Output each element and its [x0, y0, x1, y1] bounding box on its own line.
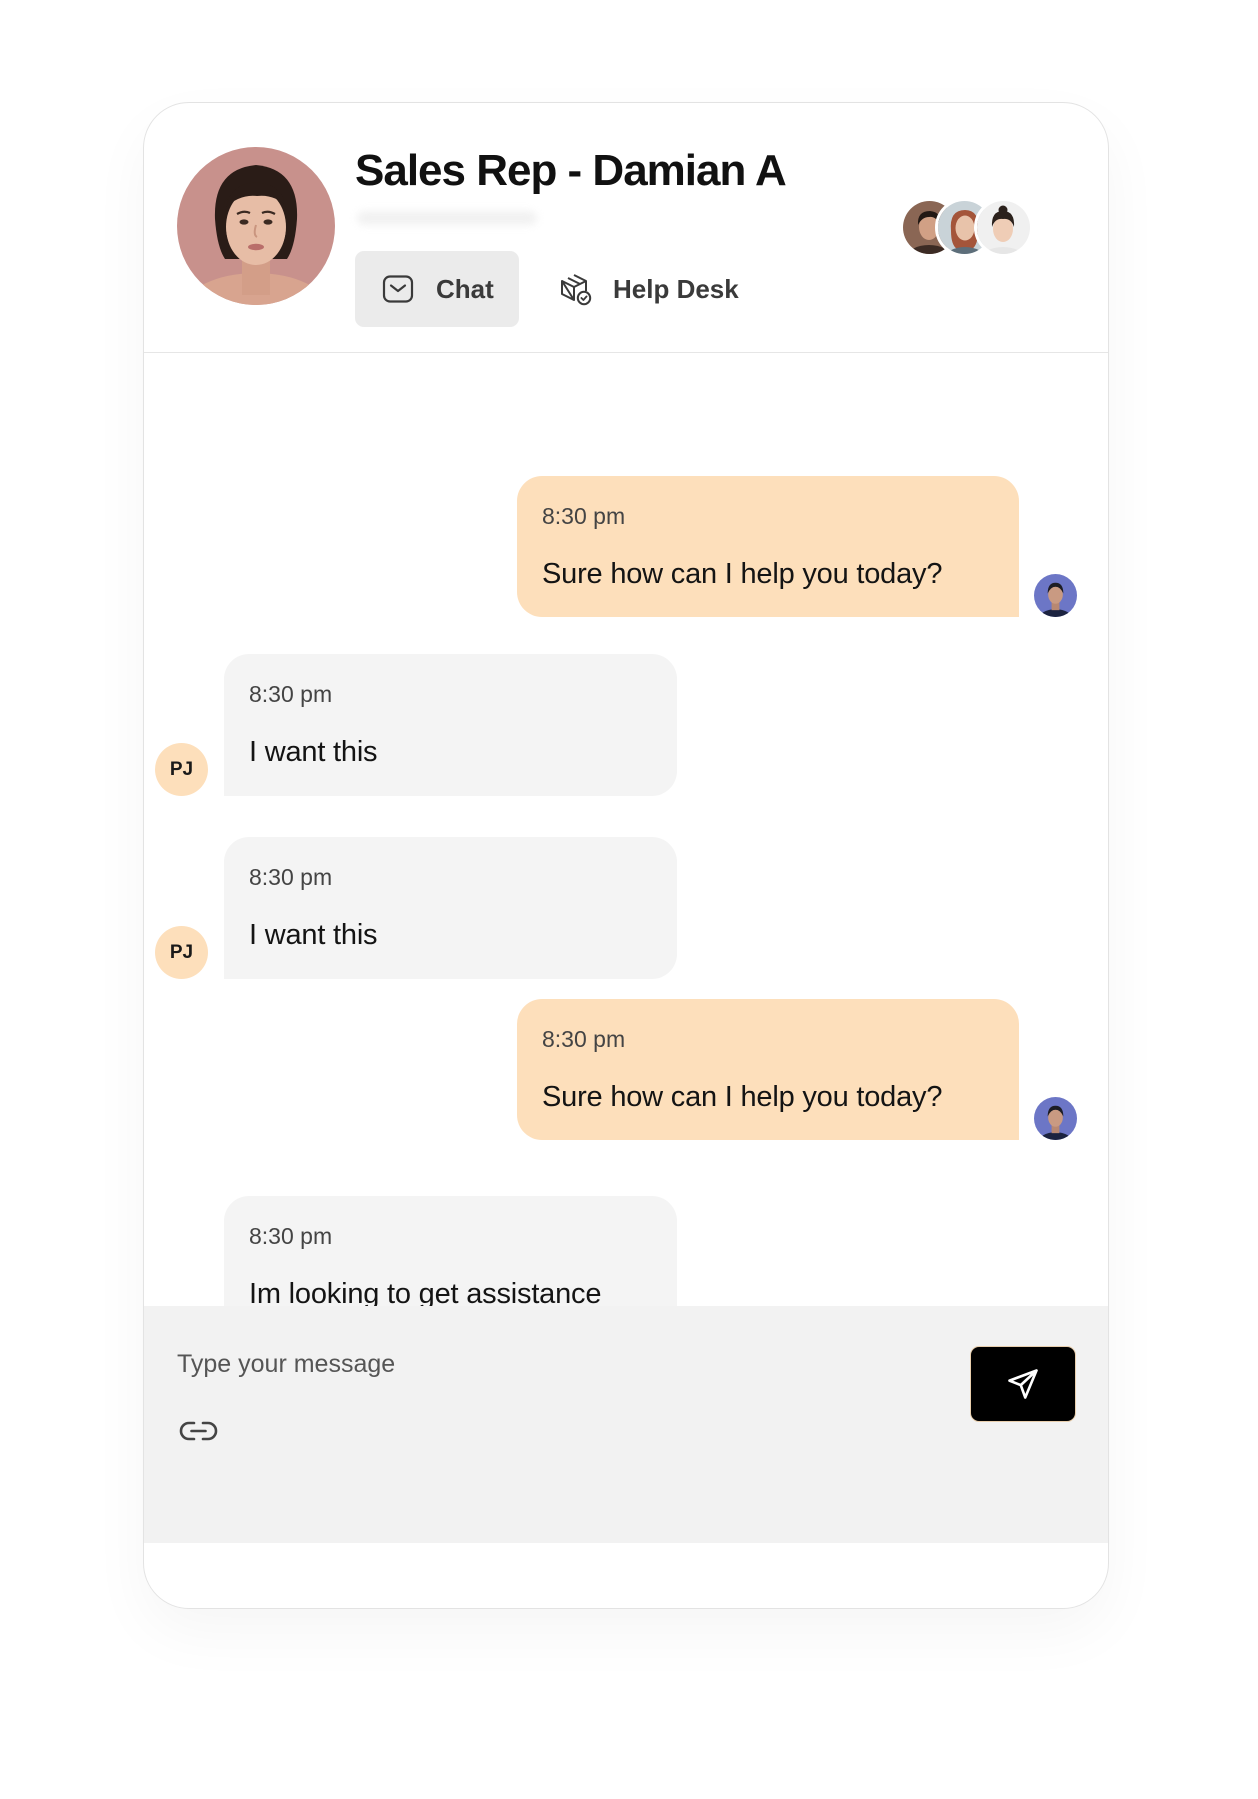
link-icon[interactable]: [178, 1419, 219, 1443]
tab-chat-label: Chat: [436, 273, 494, 304]
message-list[interactable]: 8:30 pm Sure how can I help you today? 8…: [144, 353, 1108, 1306]
message-time: 8:30 pm: [249, 864, 333, 890]
message-text: I want this: [249, 736, 378, 768]
tab-help-desk[interactable]: Help Desk: [534, 251, 764, 327]
agent-message-avatar: [1034, 1097, 1077, 1140]
message-bubble-incoming: 8:30 pm Im looking to get assistance: [224, 1196, 677, 1306]
package-check-icon: [558, 272, 592, 306]
message-input[interactable]: [175, 1346, 899, 1382]
message-time: 8:30 pm: [249, 681, 333, 707]
message-time: 8:30 pm: [249, 1223, 333, 1249]
chat-card: Sales Rep - Damian A Chat Help Desk 8:30…: [143, 102, 1109, 1609]
customer-avatar: PJ: [155, 926, 208, 979]
send-icon: [1008, 1369, 1038, 1399]
message-bubble-incoming: 8:30 pm I want this: [224, 654, 677, 796]
participant-avatar: [974, 198, 1033, 257]
agent-avatar: [177, 147, 335, 305]
message-composer: [144, 1306, 1108, 1543]
message-text: Sure how can I help you today?: [542, 558, 943, 590]
message-bubble-incoming: 8:30 pm I want this: [224, 837, 677, 979]
message-time: 8:30 pm: [542, 503, 626, 529]
mail-icon: [382, 273, 414, 305]
tab-help-desk-label: Help Desk: [613, 273, 739, 304]
customer-avatar: PJ: [155, 743, 208, 796]
subtitle-placeholder: [357, 211, 537, 225]
tab-chat[interactable]: Chat: [355, 251, 519, 327]
message-text: Im looking to get assistance: [249, 1278, 602, 1306]
chat-header: Sales Rep - Damian A Chat Help Desk: [144, 103, 1108, 353]
message-text: Sure how can I help you today?: [542, 1081, 943, 1113]
message-bubble-outgoing: 8:30 pm Sure how can I help you today?: [517, 999, 1019, 1140]
agent-message-avatar: [1034, 574, 1077, 617]
message-bubble-outgoing: 8:30 pm Sure how can I help you today?: [517, 476, 1019, 617]
message-time: 8:30 pm: [542, 1026, 626, 1052]
message-text: I want this: [249, 919, 378, 951]
send-button[interactable]: [970, 1346, 1076, 1422]
chat-title: Sales Rep - Damian A: [355, 146, 787, 195]
